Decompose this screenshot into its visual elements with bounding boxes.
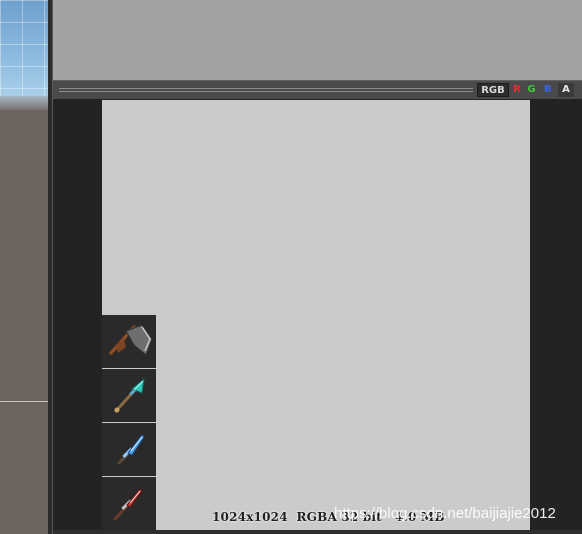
- dagger-blue-icon: [102, 423, 156, 476]
- channel-rgb-button[interactable]: RGB: [477, 83, 509, 97]
- scene-view-strip[interactable]: [0, 0, 48, 534]
- watermark-text: https://blog.csdn.net/baijiajie2012: [334, 505, 556, 522]
- preview-toolbar: RGB R G B A: [53, 80, 582, 99]
- dagger-red-icon: [102, 477, 156, 530]
- channel-r-button[interactable]: R: [511, 83, 523, 97]
- scene-horizon: [0, 96, 48, 110]
- scene-ground-line: [0, 401, 48, 402]
- scene-grid: [0, 0, 48, 96]
- axe-icon: [102, 315, 156, 368]
- spear-teal-icon: [102, 369, 156, 422]
- inspector-empty-area: [53, 0, 582, 80]
- channel-a-button[interactable]: A: [558, 83, 574, 97]
- channel-g-button[interactable]: G: [524, 83, 539, 97]
- channel-b-button[interactable]: B: [541, 83, 554, 97]
- preview-bottom-border: [53, 530, 582, 534]
- texture-preview-image: [102, 100, 530, 530]
- preview-drag-handle[interactable]: [59, 88, 473, 92]
- texture-preview-panel: [53, 99, 582, 530]
